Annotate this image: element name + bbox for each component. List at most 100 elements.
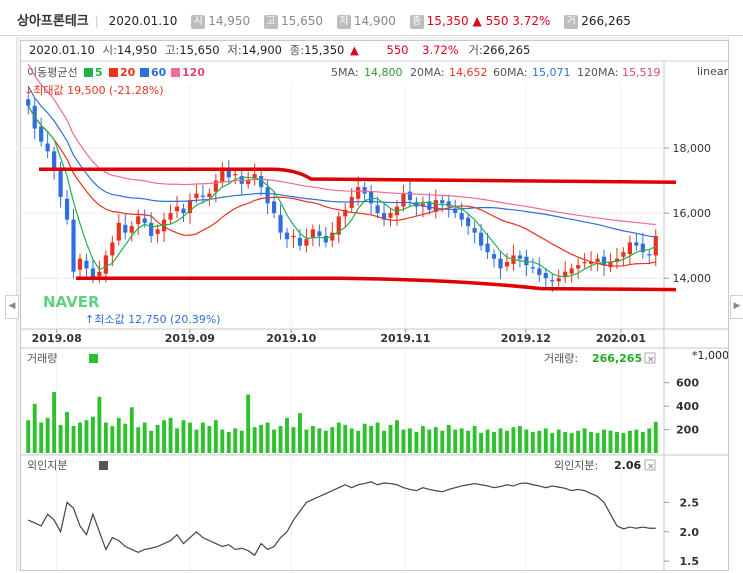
candle-body [627, 242, 632, 255]
candle-body [284, 232, 290, 240]
volume-bar [356, 430, 361, 453]
volume-bar [200, 422, 205, 453]
low-tag: 저 [336, 15, 351, 29]
volume-bar [446, 424, 451, 453]
candle-body [653, 235, 658, 256]
foreign-ownership-line [27, 481, 656, 557]
volume-legend-value: 266,265 [592, 352, 642, 365]
candle-body [440, 200, 445, 204]
volume-bar [278, 426, 283, 453]
info-low-label: 저: [227, 43, 241, 57]
volume-bar [563, 431, 568, 453]
candle-body [491, 254, 497, 259]
foreign-y-axis: 1.5 2.0 2.5 [664, 496, 699, 568]
candle-body [116, 222, 121, 241]
candle-body [155, 229, 160, 234]
stock-name: 상아프론테크 [17, 14, 89, 29]
info-open-label: 시: [103, 43, 117, 57]
candle-body [310, 229, 315, 238]
summary-open: 14,950 [208, 14, 251, 28]
candle-body [524, 256, 529, 266]
scroll-left-button[interactable]: ◀ [5, 295, 19, 319]
candle-body [278, 215, 283, 233]
volume-bar [175, 428, 179, 453]
volume-bar [259, 424, 264, 453]
volume-swatch [89, 354, 98, 363]
candle-body [621, 252, 626, 257]
volume-bar [291, 427, 296, 453]
summary-low: 14,900 [353, 14, 396, 28]
foreign-tick-label: 1.5 [680, 555, 700, 568]
volume-bar [58, 424, 63, 453]
volume-bar [310, 426, 315, 453]
volume-close-icon[interactable]: × [647, 355, 655, 365]
volume-bar [252, 427, 257, 453]
info-date: 2020.01.10 [29, 43, 95, 57]
info-high: 15,650 [179, 43, 219, 57]
candle-body [595, 258, 600, 262]
volume-bar [627, 430, 632, 453]
scroll-right-button[interactable]: ▶ [730, 295, 743, 319]
info-volume: 266,265 [483, 43, 531, 57]
candle-body [543, 272, 548, 279]
volume-bar [336, 422, 341, 453]
candle-body [207, 193, 212, 197]
candle-body [634, 242, 639, 246]
candle-body [39, 126, 44, 142]
foreign-close-icon[interactable]: × [647, 462, 655, 472]
foreign-panel-title: 외인지분 [27, 459, 67, 472]
candle-body [220, 170, 225, 183]
info-low: 14,900 [242, 43, 282, 57]
candle-body [407, 191, 413, 201]
chart-canvas[interactable]: 2020.01.10 시:14,950 고:15,650 저:14,900 종:… [21, 41, 729, 570]
volume-bar [343, 424, 348, 453]
volume-bar [621, 433, 626, 453]
ma20-value: 14,652 [449, 66, 488, 79]
volume-bar [129, 407, 134, 453]
volume-bar [78, 422, 82, 453]
volume-bar [149, 430, 154, 453]
volume-bar [492, 431, 496, 453]
price-panel [26, 94, 658, 293]
volume-bar [123, 423, 128, 453]
price-tick-label: 16,000 [673, 207, 712, 220]
volume-bar [304, 429, 309, 453]
ma5-value-label: 5MA: [331, 66, 359, 79]
volume-bar [524, 429, 529, 453]
volume-bar [459, 428, 464, 453]
date-tick-label: 2019.11 [380, 332, 430, 345]
volume-bar [246, 394, 251, 453]
volume-bar [608, 430, 613, 453]
candle-body [77, 258, 83, 270]
candle-body [459, 213, 464, 220]
ma60-value-label: 60MA: [493, 66, 528, 79]
date-tick-label: 2019.08 [32, 332, 82, 345]
ma60-swatch [140, 68, 149, 77]
info-open: 14,950 [117, 43, 157, 57]
volume-bar [265, 422, 270, 453]
volume-bar [32, 403, 37, 453]
volume-bar [569, 433, 574, 453]
ma5-swatch [84, 68, 93, 77]
volume-bar [369, 426, 374, 453]
date-tick-label: 2019.12 [501, 332, 551, 345]
ma20-label: 20 [120, 66, 136, 79]
candle-body [563, 271, 568, 277]
foreign-legend-label: 외인지분: [554, 459, 598, 472]
volume-y-axis: 200 400 600 [664, 377, 699, 437]
volume-bar [589, 431, 594, 453]
volume-panel-title: 거래량 [27, 352, 57, 365]
info-change-pct: 3.72% [422, 43, 459, 57]
volume-bar [84, 420, 89, 453]
candle-body [168, 213, 173, 220]
summary-volume: 266,265 [581, 14, 631, 28]
candle-body [265, 187, 270, 204]
naver-watermark: NAVER [43, 293, 100, 311]
volume-bar [330, 427, 335, 453]
candle-body [110, 242, 115, 256]
volume-bar [207, 426, 212, 453]
candle-body [356, 187, 361, 199]
volume-bar [615, 431, 619, 453]
date-tick-label: 2019.10 [266, 332, 316, 345]
scale-mode-button[interactable]: linear [697, 65, 729, 78]
